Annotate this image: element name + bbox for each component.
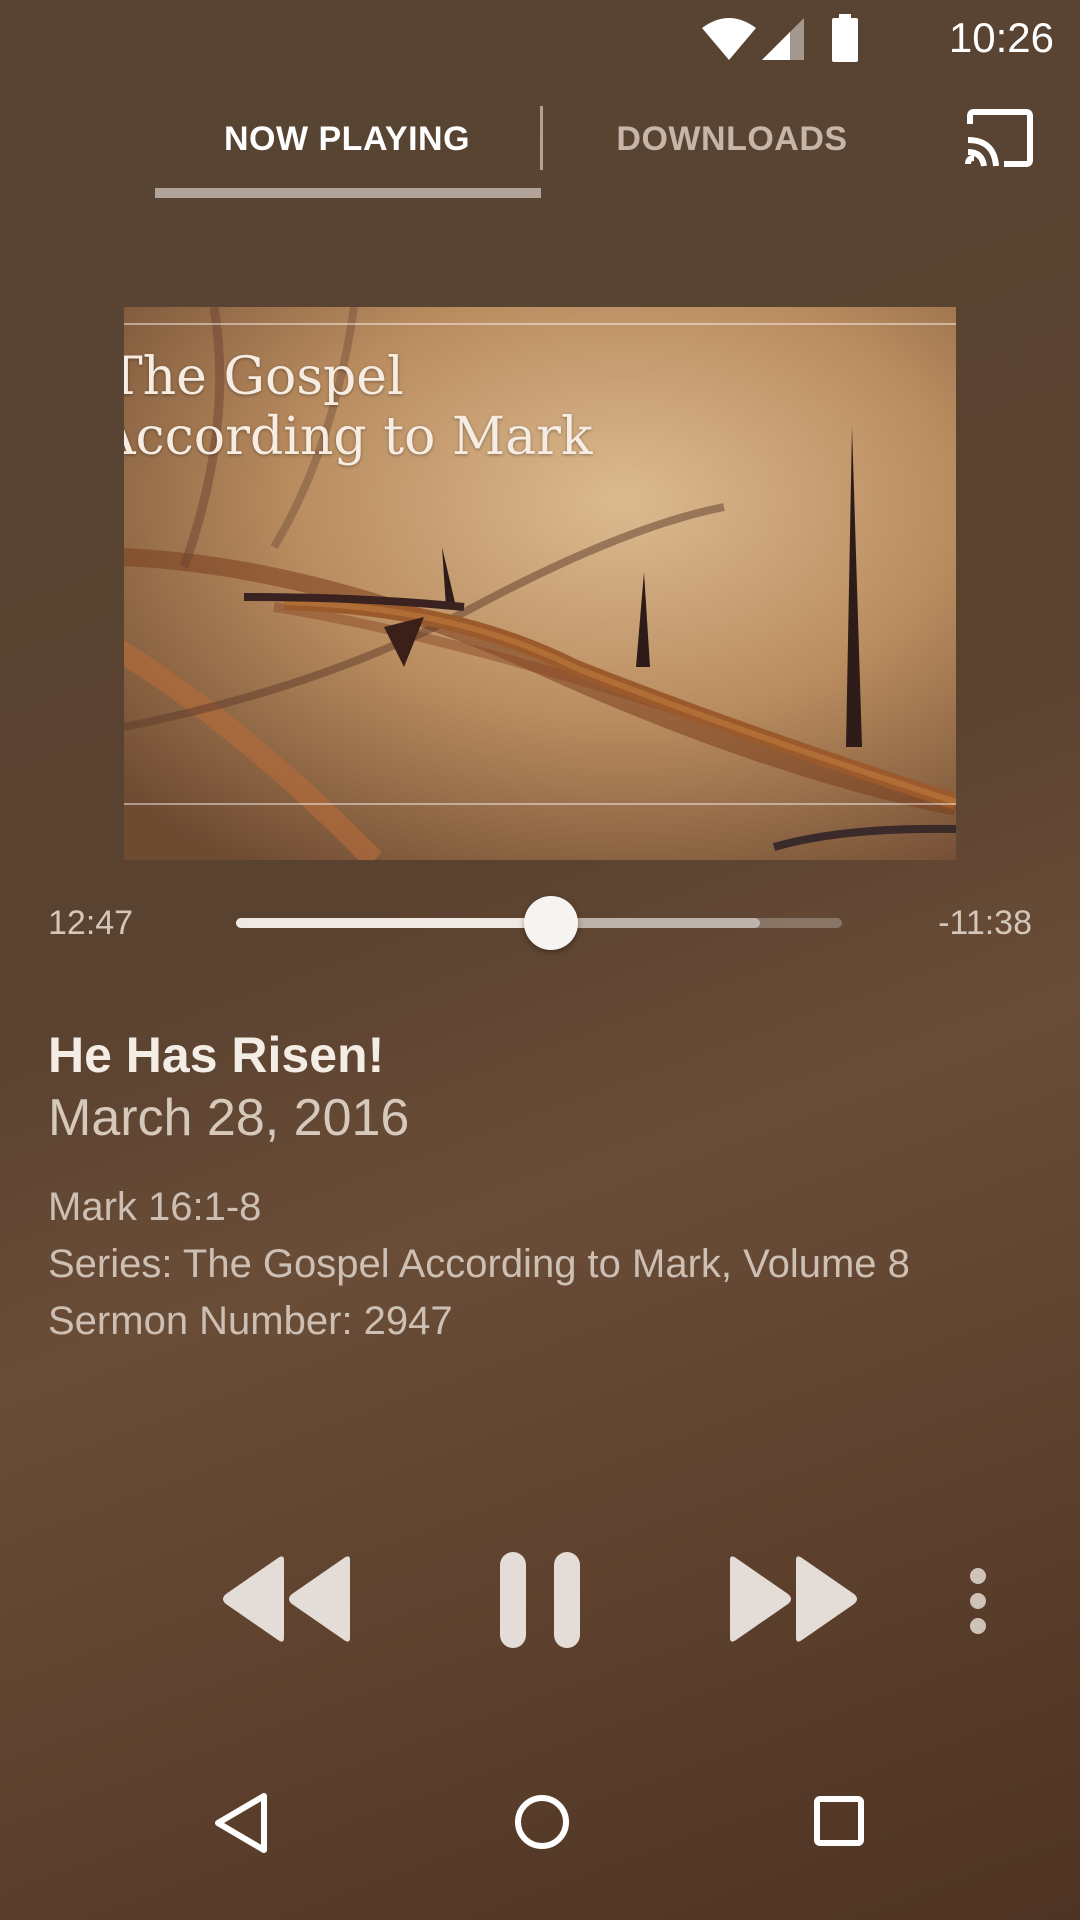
tab-downloads[interactable]: DOWNLOADS <box>540 120 924 159</box>
seek-bar-thumb[interactable] <box>524 896 579 950</box>
remaining-time: -11:38 <box>938 904 1032 942</box>
back-button[interactable] <box>210 1790 270 1861</box>
sermon-meta: Mark 16:1-8 Series: The Gospel According… <box>48 1179 1038 1350</box>
wifi-icon <box>702 18 756 60</box>
status-bar: 10:26 <box>0 0 1080 75</box>
tab-now-playing[interactable]: NOW PLAYING <box>155 120 539 159</box>
cell-signal-icon <box>762 18 804 60</box>
recents-icon <box>814 1796 864 1846</box>
album-artwork: The Gospel According to Mark <box>124 307 956 860</box>
sermon-title: He Has Risen! <box>48 1027 385 1083</box>
artwork-title-line-2: According to Mark <box>124 407 593 467</box>
fast-forward-icon <box>730 1556 857 1642</box>
pause-icon <box>500 1552 580 1648</box>
fast-forward-button[interactable] <box>728 1554 858 1649</box>
cast-button[interactable] <box>964 108 1034 168</box>
sermon-number: Sermon Number: 2947 <box>48 1299 453 1343</box>
home-button[interactable] <box>512 1792 572 1857</box>
more-vert-icon <box>970 1568 986 1634</box>
tab-indicator <box>155 188 541 198</box>
rewind-button[interactable] <box>222 1554 352 1649</box>
artwork-line-bottom <box>124 803 956 805</box>
home-icon <box>515 1795 569 1849</box>
sermon-series: Series: The Gospel According to Mark, Vo… <box>48 1242 910 1286</box>
playback-controls <box>0 1540 1080 1660</box>
sermon-date: March 28, 2016 <box>48 1089 410 1147</box>
battery-icon <box>832 14 858 62</box>
elapsed-time: 12:47 <box>48 904 134 942</box>
cast-icon <box>965 109 1033 167</box>
back-icon <box>215 1793 267 1853</box>
sermon-info: He Has Risen! March 28, 2016 Mark 16:1-8… <box>48 1025 1038 1350</box>
rewind-icon <box>223 1556 350 1642</box>
artwork-title-line-1: The Gospel <box>124 347 404 407</box>
status-time: 10:26 <box>948 14 1054 61</box>
navigation-bar <box>0 1790 1080 1900</box>
tab-bar: NOW PLAYING DOWNLOADS <box>0 90 1080 210</box>
status-icons <box>700 14 920 64</box>
pause-button[interactable] <box>498 1550 582 1655</box>
seek-bar-played <box>236 918 552 928</box>
artwork-title: The Gospel According to Mark <box>124 347 593 467</box>
seek-bar[interactable] <box>236 896 842 950</box>
artwork-line-top <box>124 323 956 325</box>
sermon-scripture: Mark 16:1-8 <box>48 1185 262 1229</box>
playback-progress: 12:47 -11:38 <box>0 890 1080 960</box>
recents-button[interactable] <box>812 1794 868 1855</box>
more-options-button[interactable] <box>966 1566 990 1641</box>
